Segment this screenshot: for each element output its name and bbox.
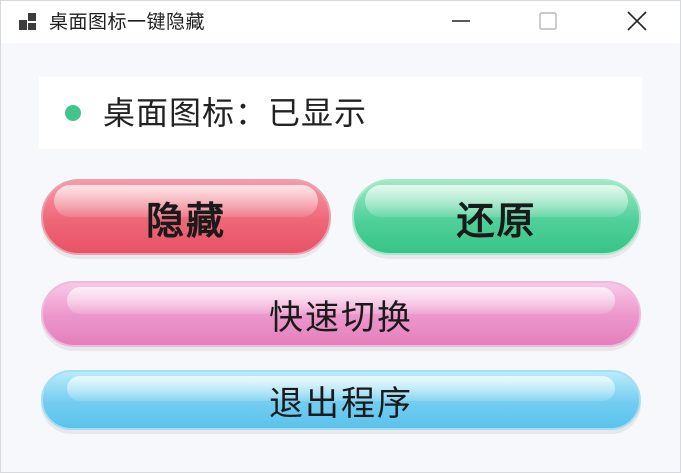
status-indicator-dot — [65, 105, 81, 121]
close-button[interactable] — [602, 1, 672, 41]
exit-button[interactable]: 退出程序 — [41, 370, 641, 430]
window-title: 桌面图标一键隐藏 — [49, 11, 206, 33]
quick-toggle-button[interactable]: 快速切换 — [41, 281, 641, 347]
title-bar[interactable]: 桌面图标一键隐藏 — [1, 1, 680, 43]
close-icon — [627, 11, 647, 31]
quick-toggle-button-label: 快速切换 — [269, 297, 413, 338]
exit-button-label: 退出程序 — [269, 383, 413, 424]
hide-button[interactable]: 隐藏 — [41, 179, 331, 255]
maximize-icon — [539, 12, 557, 30]
status-panel: 桌面图标：已显示 — [39, 77, 642, 149]
status-text: 桌面图标：已显示 — [103, 94, 368, 132]
restore-button[interactable]: 还原 — [352, 179, 641, 255]
minimize-button[interactable] — [426, 1, 496, 41]
minimize-icon — [452, 20, 470, 22]
maximize-button[interactable] — [513, 1, 583, 41]
app-window: 桌面图标一键隐藏 桌面图标：已显示 隐藏 还原 快速切换 退出程序 — [0, 0, 681, 473]
app-grid-icon — [19, 13, 36, 30]
hide-button-label: 隐藏 — [145, 198, 226, 243]
client-area: 桌面图标：已显示 隐藏 还原 快速切换 退出程序 — [1, 43, 680, 472]
restore-button-label: 还原 — [456, 198, 537, 243]
